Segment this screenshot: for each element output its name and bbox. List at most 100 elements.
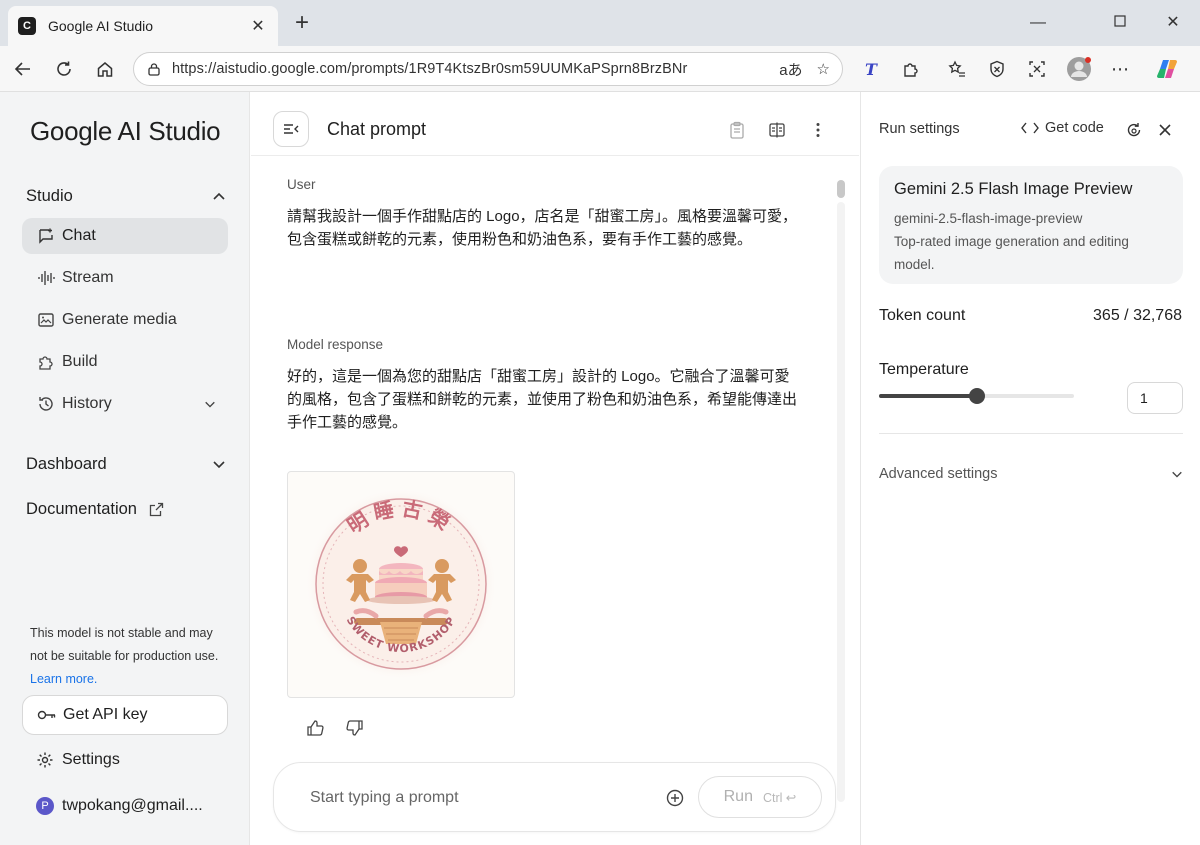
back-icon[interactable] <box>8 54 38 84</box>
run-settings-panel: Run settings Get code Gemini 2.5 Flash I… <box>860 92 1200 845</box>
scrollbar-thumb[interactable] <box>837 180 845 198</box>
browser-essentials-icon[interactable] <box>982 54 1012 84</box>
sidebar-item-label: Stream <box>62 269 114 286</box>
favorites-icon[interactable] <box>942 54 972 84</box>
ai-studio-app: Google AI Studio Studio Chat Stream Gene… <box>0 92 1200 845</box>
external-link-icon <box>149 502 164 516</box>
thumbs-up-icon[interactable] <box>304 717 326 739</box>
browser-tab[interactable]: C Google AI Studio ✕ <box>8 6 278 46</box>
tab-title: Google AI Studio <box>48 18 154 34</box>
thumbs-down-icon[interactable] <box>344 717 366 739</box>
nav-section-dashboard-label: Dashboard <box>26 454 107 473</box>
nav-section-studio-label: Studio <box>26 186 73 205</box>
get-code-button[interactable]: Get code <box>1021 120 1104 136</box>
token-count-label: Token count <box>879 307 966 324</box>
key-icon <box>37 710 56 720</box>
run-button[interactable]: Run Ctrl ↩ <box>698 776 822 818</box>
brand-logo[interactable]: Google AI Studio <box>30 116 221 147</box>
refresh-icon[interactable] <box>49 54 79 84</box>
add-media-icon[interactable] <box>664 787 686 809</box>
url-text[interactable]: https://aistudio.google.com/prompts/1R9T… <box>172 61 765 77</box>
avatar: P <box>36 797 54 815</box>
temperature-input[interactable] <box>1127 382 1183 414</box>
divider <box>879 433 1183 434</box>
account-email: twpokang@gmail.... <box>62 797 203 814</box>
profile-avatar-icon[interactable] <box>1064 54 1094 84</box>
advanced-settings-toggle[interactable]: Advanced settings <box>879 466 1183 482</box>
generated-logo-image[interactable]: 明睡古榮 SWEET WORKSHOP <box>287 471 515 698</box>
notice-text: This model is not stable and may not be … <box>30 626 219 663</box>
tab-close-icon[interactable]: ✕ <box>248 16 268 36</box>
sidebar-item-generate-media[interactable]: Generate media <box>22 302 228 338</box>
run-settings-title: Run settings <box>879 121 960 137</box>
scrollbar-track[interactable] <box>837 202 845 802</box>
model-name: Gemini 2.5 Flash Image Preview <box>894 180 1133 198</box>
chat-history[interactable]: User 請幫我設計一個手作甜點店的 Logo，店名是「甜蜜工房」。風格要溫馨可… <box>251 157 859 802</box>
sidebar-item-stream[interactable]: Stream <box>22 260 228 296</box>
settings-link[interactable]: Settings <box>36 748 120 772</box>
reset-settings-icon[interactable] <box>1123 119 1145 141</box>
maximize-icon[interactable] <box>1097 8 1143 38</box>
copilot-icon[interactable] <box>1152 54 1182 84</box>
sidebar-item-history[interactable]: History <box>22 386 228 422</box>
temperature-label: Temperature <box>879 361 969 378</box>
aistudio-favicon-icon: C <box>18 17 36 35</box>
model-selector[interactable]: Gemini 2.5 Flash Image Preview gemini-2.… <box>879 166 1183 284</box>
temperature-slider[interactable] <box>879 388 1074 404</box>
browser-toolbar: https://aistudio.google.com/prompts/1R9T… <box>0 46 1200 92</box>
settings-label: Settings <box>62 751 120 768</box>
more-vert-icon[interactable] <box>807 119 829 141</box>
get-code-label: Get code <box>1045 120 1104 136</box>
sidebar-item-label: Build <box>62 353 98 370</box>
run-label: Run <box>723 788 753 805</box>
compare-icon[interactable] <box>766 119 788 141</box>
chevron-down-icon <box>205 401 215 408</box>
read-aloud-icon[interactable]: aあ <box>779 59 802 80</box>
nav-documentation[interactable]: Documentation <box>26 497 226 521</box>
screenshot-icon[interactable] <box>1022 54 1052 84</box>
prompt-composer: Run Ctrl ↩ <box>273 762 836 832</box>
more-menu-icon[interactable]: ⋯ <box>1105 54 1135 84</box>
favorite-star-icon[interactable]: ☆ <box>817 60 830 78</box>
sweet-workshop-logo-icon: 明睡古榮 SWEET WORKSHOP <box>305 488 497 680</box>
toggle-sidebar-button[interactable] <box>273 111 309 147</box>
page-title: Chat prompt <box>327 119 427 139</box>
chat-icon <box>36 226 56 246</box>
close-panel-icon[interactable] <box>1154 119 1176 141</box>
window-close-icon[interactable]: ✕ <box>1150 8 1196 38</box>
nav-section-studio[interactable]: Studio <box>26 184 226 208</box>
site-info-icon[interactable] <box>146 61 162 77</box>
new-tab-icon[interactable]: + <box>288 10 316 38</box>
slider-fill <box>879 394 977 398</box>
main-header: Chat prompt <box>251 92 859 156</box>
history-icon <box>36 394 56 414</box>
clipboard-icon[interactable] <box>726 119 748 141</box>
learn-more-link[interactable]: Learn more. <box>30 672 97 686</box>
translate-extension-icon[interactable]: T <box>856 54 886 84</box>
build-icon <box>36 352 56 372</box>
slider-handle[interactable] <box>968 388 985 404</box>
get-api-key-button[interactable]: Get API key <box>22 695 228 735</box>
sidebar-item-chat[interactable]: Chat <box>22 218 228 254</box>
sidebar: Google AI Studio Studio Chat Stream Gene… <box>0 92 250 845</box>
extensions-icon[interactable] <box>896 54 926 84</box>
address-bar[interactable]: https://aistudio.google.com/prompts/1R9T… <box>133 52 843 86</box>
nav-section-dashboard[interactable]: Dashboard <box>26 452 226 476</box>
sidebar-item-label: History <box>62 395 112 412</box>
token-count-value: 365 / 32,768 <box>1093 307 1182 324</box>
advanced-settings-label: Advanced settings <box>879 466 998 482</box>
minimize-icon[interactable]: — <box>1015 8 1061 38</box>
prompt-input[interactable] <box>310 789 640 807</box>
chevron-up-icon <box>213 192 225 200</box>
home-icon[interactable] <box>90 54 120 84</box>
model-message: 好的，這是一個為您的甜點店「甜蜜工房」設計的 Logo。它融合了溫馨可愛的風格，… <box>287 368 798 431</box>
media-icon <box>36 310 56 330</box>
nav-documentation-label: Documentation <box>26 499 137 518</box>
menu-collapse-icon <box>284 124 299 134</box>
browser-tabstrip: C Google AI Studio ✕ + — ✕ <box>0 0 1200 46</box>
sidebar-item-build[interactable]: Build <box>22 344 228 380</box>
chevron-down-icon <box>213 461 225 469</box>
code-icon <box>1021 122 1039 134</box>
account-menu[interactable]: P twpokang@gmail.... <box>36 794 203 818</box>
sidebar-item-label: Chat <box>62 227 96 244</box>
